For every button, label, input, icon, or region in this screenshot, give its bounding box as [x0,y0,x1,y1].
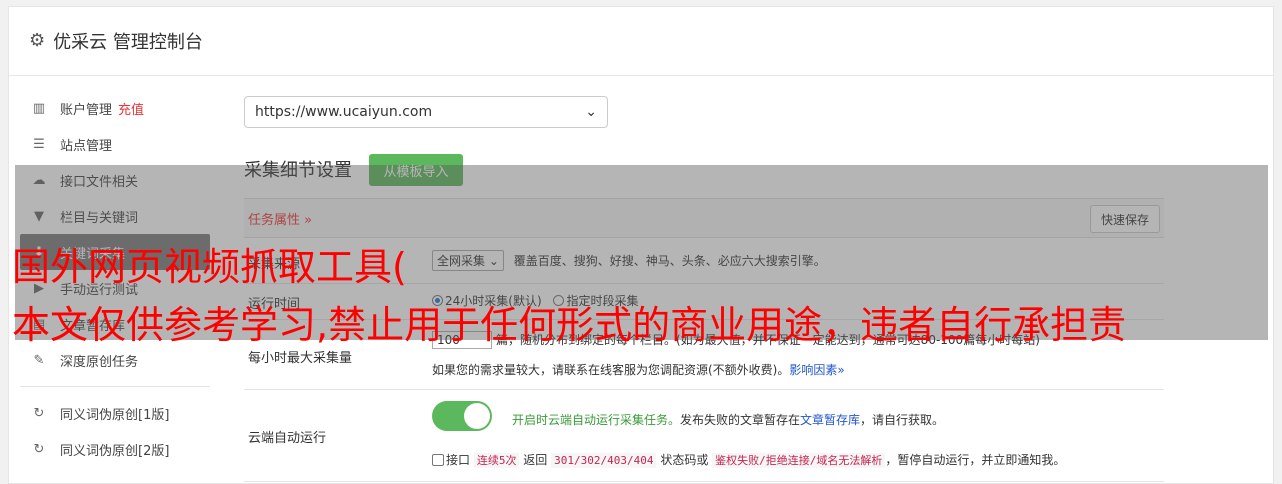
chevron-down-icon: ⌄ [585,104,597,120]
sidebar-item-synonym-v2[interactable]: ↻ 同义词伪原创[2版] [20,431,210,467]
sidebar-divider [20,386,210,387]
scrollbar[interactable] [1274,0,1282,484]
pause-condition: 接口 连续5次 返回 301/302/403/404 状态码或 鉴权失败/拒绝连… [432,451,1065,468]
site-select[interactable]: https://www.ucaiyun.com ⌄ [244,96,608,128]
watermark-line-2: 本文仅供参考学习,禁止用于任何形式的商业用途，违者自行承担责 [12,303,1127,347]
draft-store-link[interactable]: 文章暂存库 [800,413,860,427]
influence-factors-link[interactable]: 影响因素» [789,363,844,377]
sidebar-item-label: 深度原创任务 [60,354,139,370]
sidebar-item-label: 同义词伪原创[2版] [60,443,170,459]
row-label: 每小时最大采集量 [248,351,353,366]
cloud-description: 开启时云端自动运行采集任务。发布失败的文章暂存在文章暂存库，请自行获取。 [512,413,945,427]
gear-icon: ⚙ [29,30,46,51]
refresh-icon: ↻ [33,441,45,457]
sidebar-item-label: 同义词伪原创[1版] [60,407,170,423]
header: ⚙ 优采云 管理控制台 [9,7,1273,76]
sidebar-item-deep-original[interactable]: ✎ 深度原创任务 [20,342,210,378]
cloud-auto-run-toggle[interactable] [432,401,492,431]
server-icon: ☰ [33,136,45,152]
site-select-value: https://www.ucaiyun.com [255,104,433,120]
sidebar-item-label: 账户管理 [60,102,113,118]
refresh-icon: ↻ [33,405,45,421]
sidebar-item-label: 站点管理 [60,138,113,154]
recharge-link[interactable]: 充值 [118,99,144,118]
row-cloud-auto-run: 云端自动运行 开启时云端自动运行采集任务。发布失败的文章暂存在文章暂存库，请自行… [244,389,1164,482]
edit-icon: ✎ [33,352,45,368]
toggle-knob [464,403,490,429]
row-value-line2: 如果您的需求量较大，请联系在线客服为您调配资源(不额外收费)。影响因素» [432,363,845,377]
sidebar-item-synonym-v1[interactable]: ↻ 同义词伪原创[1版] [20,395,210,431]
pause-on-error-checkbox[interactable] [432,454,444,466]
sidebar-item-sites[interactable]: ☰ 站点管理 [20,126,210,162]
page-title: 优采云 管理控制台 [53,32,203,53]
row-label: 云端自动运行 [248,431,327,446]
sidebar-item-account[interactable]: ▥ 账户管理 充值 [20,90,210,126]
watermark-line-1: 国外网页视频抓取工具( [12,245,407,289]
bar-chart-icon: ▥ [32,100,46,116]
